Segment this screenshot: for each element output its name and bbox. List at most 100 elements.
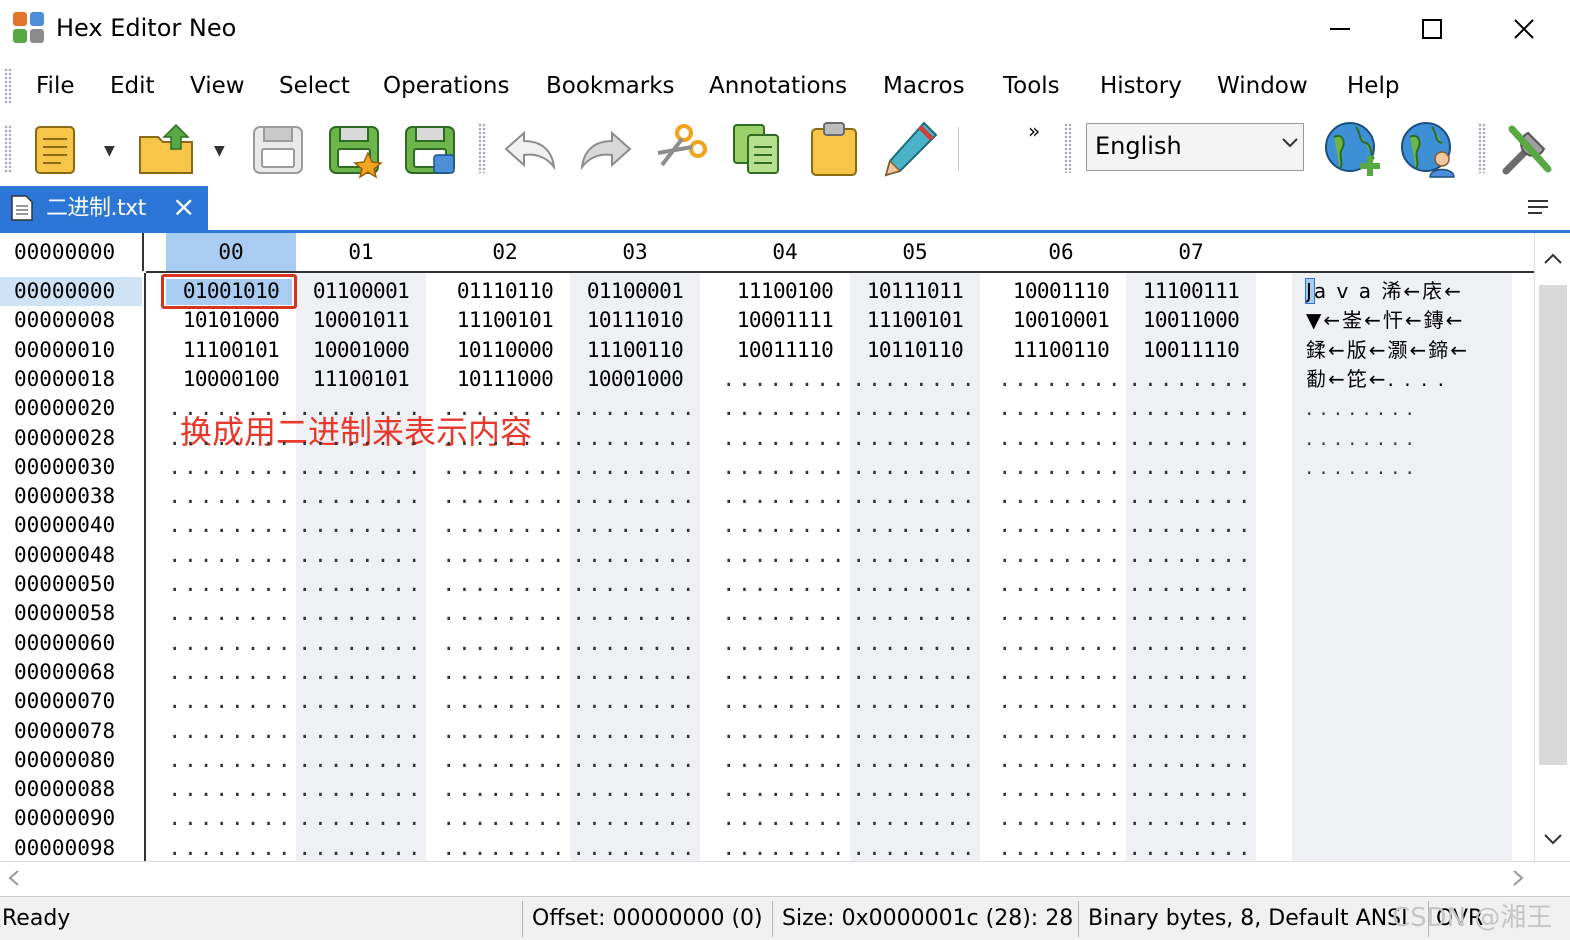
byte-cell-empty[interactable]: ........ — [296, 746, 426, 775]
byte-cell-empty[interactable]: ........ — [570, 453, 700, 482]
byte-cell-empty[interactable]: ........ — [720, 599, 850, 628]
byte-cell-empty[interactable]: ........ — [996, 775, 1126, 804]
byte-cell-empty[interactable]: ........ — [720, 804, 850, 833]
vertical-scrollbar[interactable] — [1534, 233, 1570, 861]
byte-cell-empty[interactable]: ........ — [850, 453, 980, 482]
horizontal-scrollbar[interactable] — [0, 861, 1570, 894]
byte-cell-empty[interactable]: ........ — [996, 629, 1126, 658]
byte-cell[interactable]: 11100100 — [720, 277, 850, 306]
edit-pencil-icon[interactable] — [880, 119, 940, 179]
column-header-00[interactable]: 00 — [166, 233, 296, 271]
menu-view[interactable]: View — [190, 70, 245, 102]
byte-cell-empty[interactable]: ........ — [296, 687, 426, 716]
close-button[interactable] — [1478, 0, 1570, 58]
byte-cell-empty[interactable]: ........ — [996, 541, 1126, 570]
language-select[interactable]: English — [1086, 123, 1304, 171]
byte-cell-empty[interactable]: ........ — [996, 570, 1126, 599]
scroll-down-icon[interactable] — [1544, 833, 1562, 845]
byte-cell-empty[interactable]: ........ — [850, 658, 980, 687]
byte-cell-empty[interactable]: ........ — [440, 424, 570, 453]
byte-cell-empty[interactable]: ........ — [850, 482, 980, 511]
byte-cell[interactable]: 10111011 — [850, 277, 980, 306]
byte-cell-empty[interactable]: ........ — [166, 834, 296, 863]
byte-cell-empty[interactable]: ........ — [570, 717, 700, 746]
byte-cell-empty[interactable]: ........ — [570, 424, 700, 453]
byte-cell[interactable]: 11100101 — [850, 306, 980, 335]
text-pane-row[interactable]: ........ — [1306, 424, 1421, 453]
byte-cell-empty[interactable]: ........ — [850, 541, 980, 570]
menu-tools[interactable]: Tools — [1003, 70, 1060, 102]
byte-cell-empty[interactable]: ........ — [850, 511, 980, 540]
byte-cell-empty[interactable]: ........ — [570, 394, 700, 423]
tab-close-icon[interactable]: × — [172, 191, 195, 223]
byte-cell-empty[interactable]: ........ — [720, 365, 850, 394]
byte-cell-empty[interactable]: ........ — [720, 687, 850, 716]
byte-cell-empty[interactable]: ........ — [166, 453, 296, 482]
byte-cell[interactable]: 10111010 — [570, 306, 700, 335]
byte-cell-empty[interactable]: ........ — [1126, 482, 1256, 511]
column-header-05[interactable]: 05 — [850, 233, 980, 271]
text-pane-row[interactable]: ........ — [1306, 453, 1421, 482]
byte-cell-empty[interactable]: ........ — [296, 629, 426, 658]
scroll-left-icon[interactable] — [8, 870, 20, 886]
byte-cell-empty[interactable]: ........ — [440, 541, 570, 570]
byte-cell-empty[interactable]: ........ — [720, 424, 850, 453]
byte-cell-empty[interactable]: ........ — [850, 365, 980, 394]
byte-cell-empty[interactable]: ........ — [296, 599, 426, 628]
byte-cell-empty[interactable]: ........ — [570, 746, 700, 775]
byte-cell-empty[interactable]: ........ — [440, 394, 570, 423]
byte-cell-empty[interactable]: ........ — [440, 834, 570, 863]
byte-cell-empty[interactable]: ........ — [166, 717, 296, 746]
byte-cell-empty[interactable]: ........ — [166, 570, 296, 599]
byte-cell-empty[interactable]: ........ — [1126, 804, 1256, 833]
byte-cell-empty[interactable]: ........ — [166, 394, 296, 423]
byte-cell-empty[interactable]: ........ — [296, 511, 426, 540]
byte-cell-empty[interactable]: ........ — [996, 746, 1126, 775]
byte-cell-empty[interactable]: ........ — [720, 453, 850, 482]
byte-cell-empty[interactable]: ........ — [166, 658, 296, 687]
byte-cell-empty[interactable]: ........ — [850, 687, 980, 716]
byte-cell-empty[interactable]: ........ — [440, 629, 570, 658]
byte-cell-empty[interactable]: ........ — [720, 511, 850, 540]
language-grip[interactable] — [1064, 123, 1072, 173]
byte-cell-empty[interactable]: ........ — [570, 658, 700, 687]
byte-cell-empty[interactable]: ........ — [996, 453, 1126, 482]
byte-cell-empty[interactable]: ........ — [850, 746, 980, 775]
byte-cell-empty[interactable]: ........ — [1126, 394, 1256, 423]
save-icon[interactable] — [248, 119, 308, 179]
column-header-02[interactable]: 02 — [440, 233, 570, 271]
menu-help[interactable]: Help — [1347, 70, 1399, 102]
byte-cell-empty[interactable]: ........ — [996, 424, 1126, 453]
column-header-03[interactable]: 03 — [570, 233, 700, 271]
byte-cell-empty[interactable]: ........ — [996, 658, 1126, 687]
byte-cell[interactable]: 10101000 — [166, 306, 296, 335]
byte-cell-empty[interactable]: ........ — [440, 599, 570, 628]
byte-cell-empty[interactable]: ........ — [440, 570, 570, 599]
scroll-right-icon[interactable] — [1512, 870, 1524, 886]
tab-document[interactable]: 二进制.txt × — [0, 186, 208, 230]
column-header-07[interactable]: 07 — [1126, 233, 1256, 271]
byte-cell[interactable]: 10110000 — [440, 336, 570, 365]
hex-editor[interactable]: 00000000 00 01 02 03 04 05 06 07 00000000 000000… — [0, 233, 1570, 861]
byte-cell-empty[interactable]: ........ — [296, 570, 426, 599]
byte-cell[interactable]: 10111000 — [440, 365, 570, 394]
menu-grip[interactable] — [4, 68, 12, 104]
byte-cell-empty[interactable]: ........ — [1126, 746, 1256, 775]
byte-cell-empty[interactable]: ........ — [996, 717, 1126, 746]
byte-cell-empty[interactable]: ........ — [996, 394, 1126, 423]
byte-cell-empty[interactable]: ........ — [570, 629, 700, 658]
byte-cell-empty[interactable]: ........ — [166, 424, 296, 453]
toolbar-grip[interactable] — [4, 125, 12, 173]
byte-cell-empty[interactable]: ........ — [166, 687, 296, 716]
byte-cell[interactable]: 10011000 — [1126, 306, 1256, 335]
menu-window[interactable]: Window — [1217, 70, 1308, 102]
column-header-06[interactable]: 06 — [996, 233, 1126, 271]
byte-cell-empty[interactable]: ........ — [296, 394, 426, 423]
text-pane-cursor-char[interactable]: J — [1305, 278, 1315, 304]
new-dropdown-icon[interactable]: ▼ — [104, 143, 115, 159]
byte-cell[interactable]: 10001000 — [296, 336, 426, 365]
open-dropdown-icon[interactable]: ▼ — [214, 143, 225, 159]
byte-cell-empty[interactable]: ........ — [996, 804, 1126, 833]
toolbar-separator-grip[interactable] — [478, 123, 486, 173]
byte-cell[interactable]: 10011110 — [1126, 336, 1256, 365]
